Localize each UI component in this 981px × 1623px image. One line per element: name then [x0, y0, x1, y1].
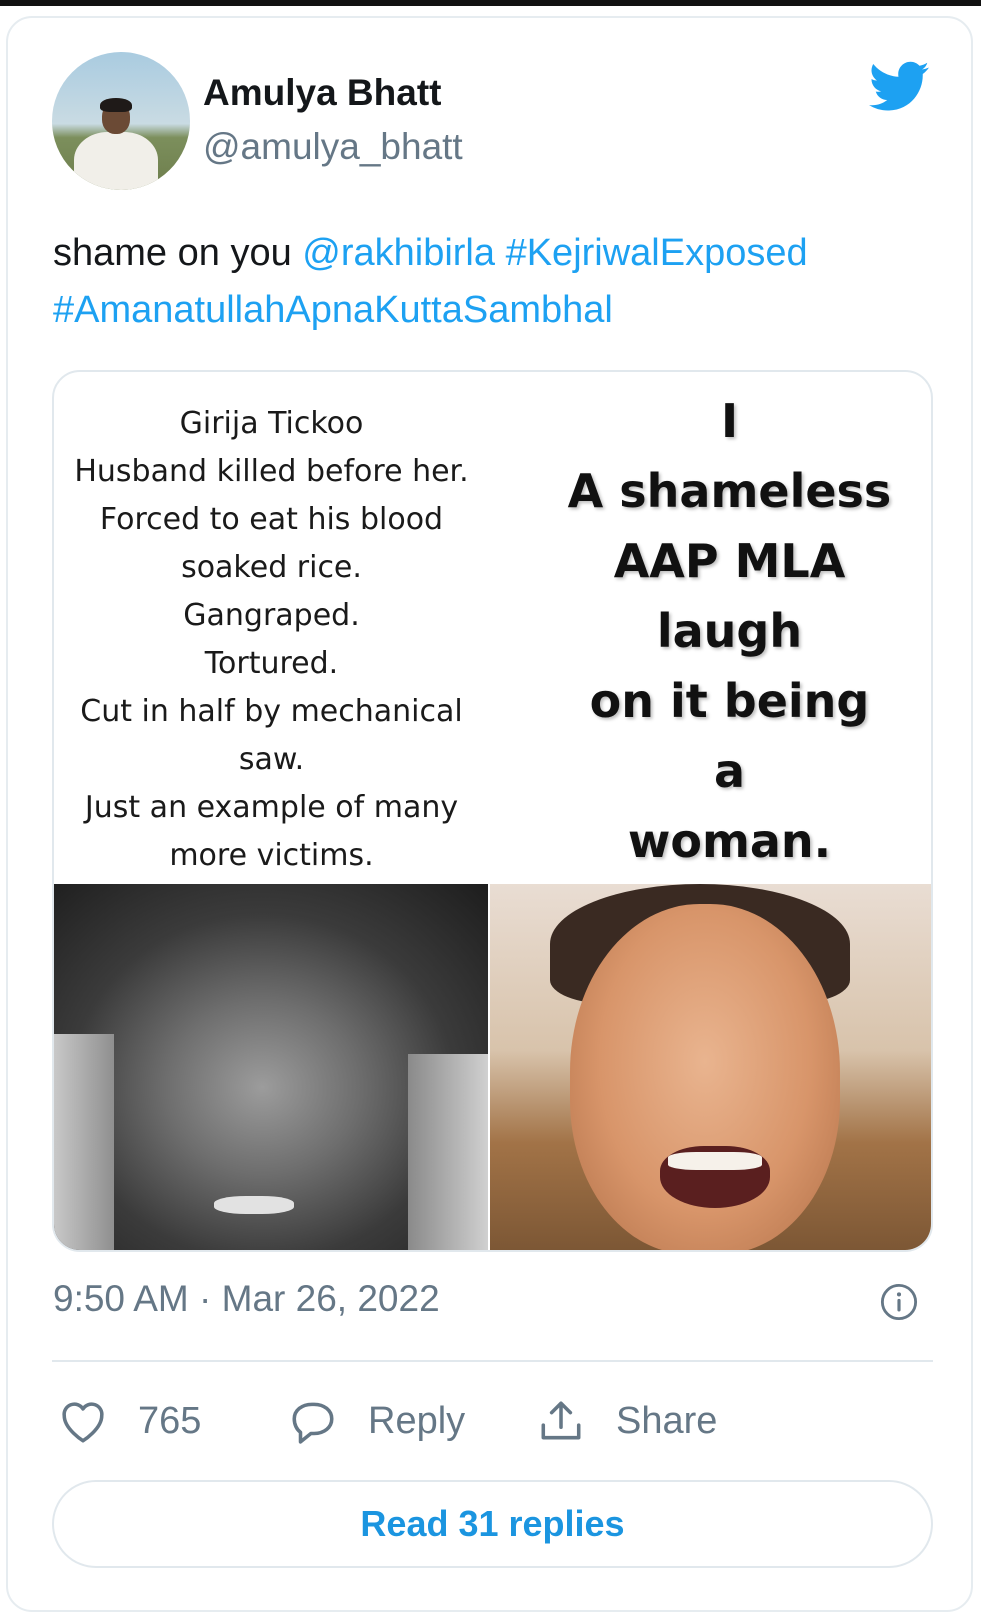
caption-line: Girija Tickoo — [179, 406, 364, 441]
like-button[interactable]: 765 — [58, 1393, 201, 1449]
read-replies-button[interactable]: Read 31 replies — [52, 1480, 933, 1568]
mention-link[interactable]: @rakhibirla — [302, 232, 495, 274]
caption-line: Cut in half by mechanical — [80, 694, 463, 729]
victim-photo — [54, 884, 488, 1250]
media-left-caption: Girija Tickoo Husband killed before her.… — [54, 400, 489, 880]
photo-detail — [54, 1034, 114, 1250]
tweet-text-plain: shame on you — [53, 232, 303, 274]
caption-line: Just an example of many — [84, 790, 459, 825]
caption-line: I — [720, 394, 739, 448]
reply-label: Reply — [368, 1399, 466, 1442]
photo-detail — [408, 1054, 488, 1250]
caption-line: a — [713, 744, 746, 798]
avatar-body — [74, 132, 158, 190]
share-icon — [541, 1401, 581, 1440]
reply-button[interactable]: Reply — [288, 1393, 465, 1449]
share-button[interactable]: Share — [536, 1393, 717, 1449]
tweet-text: shame on you @rakhibirla #KejriwalExpose… — [53, 225, 933, 339]
heart-icon — [62, 1402, 104, 1443]
like-count: 765 — [138, 1399, 202, 1442]
share-label: Share — [616, 1399, 718, 1442]
top-edge-bar — [0, 0, 981, 6]
caption-line: Gangraped. — [183, 598, 360, 633]
photo-detail — [668, 1152, 762, 1170]
media-right-caption: I A shameless AAP MLA laugh on it being … — [524, 386, 931, 876]
info-icon[interactable] — [880, 1283, 918, 1321]
caption-line: Tortured. — [204, 646, 339, 681]
avatar[interactable] — [52, 52, 190, 190]
author-handle[interactable]: @amulya_bhatt — [203, 126, 463, 168]
author-name[interactable]: Amulya Bhatt — [203, 72, 441, 114]
avatar-hair — [100, 98, 132, 112]
mla-photo — [490, 884, 931, 1250]
caption-line: on it being — [589, 674, 870, 728]
caption-line: Husband killed before her. — [74, 454, 469, 489]
divider — [52, 1360, 933, 1362]
caption-line: saw. — [238, 742, 305, 777]
caption-line: A shameless — [567, 464, 892, 518]
caption-line: AAP MLA — [613, 534, 846, 588]
comment-icon — [292, 1402, 334, 1444]
caption-line: woman. — [627, 814, 832, 868]
caption-line: soaked rice. — [181, 550, 362, 585]
twitter-bird-icon[interactable] — [865, 56, 935, 116]
tweet-media-image[interactable]: Girija Tickoo Husband killed before her.… — [52, 370, 933, 1252]
caption-line: laugh — [656, 604, 803, 658]
tweet-timestamp[interactable]: 9:50 AM · Mar 26, 2022 — [53, 1278, 440, 1320]
hashtag-link[interactable]: #AmanatullahApnaKuttaSambhal — [53, 289, 613, 331]
hashtag-link[interactable]: #KejriwalExposed — [506, 232, 808, 274]
read-replies-label: Read 31 replies — [360, 1503, 625, 1544]
photo-detail — [214, 1196, 294, 1214]
caption-line: more victims. — [169, 838, 374, 873]
caption-line: Forced to eat his blood — [99, 502, 444, 537]
